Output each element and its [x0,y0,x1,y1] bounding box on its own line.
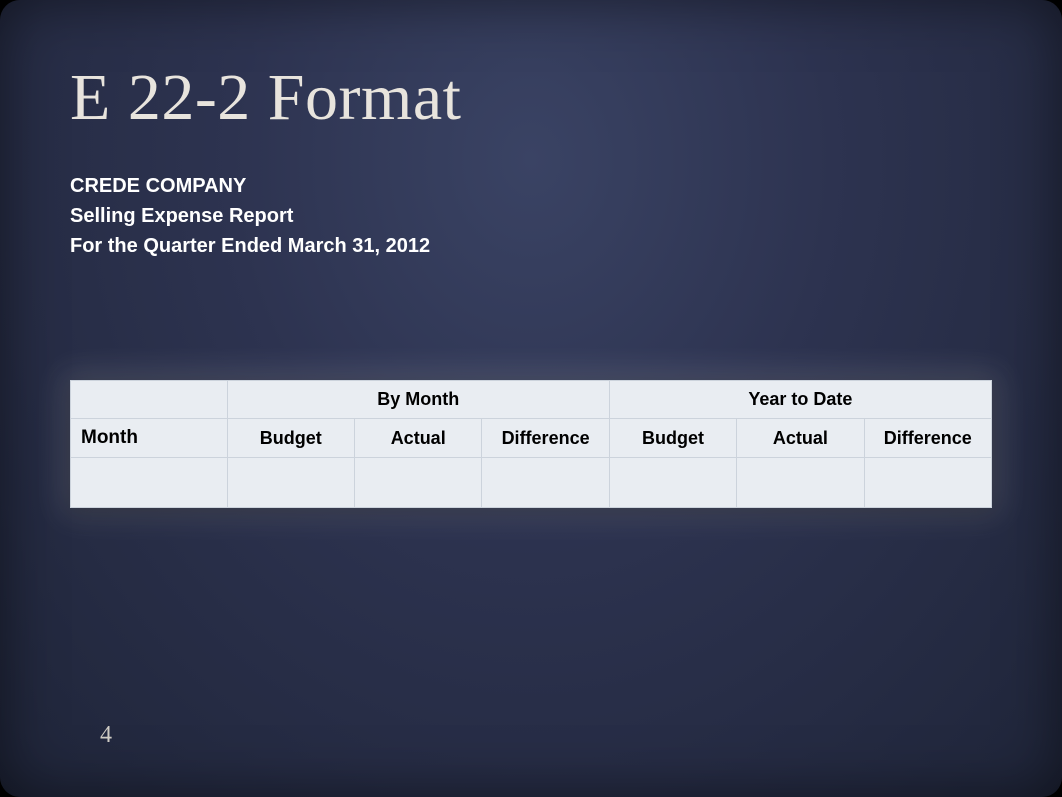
header-month: Month [71,419,228,458]
report-table-wrap: By Month Year to Date Month Budget Actua… [70,380,992,508]
header-group-by-month: By Month [227,381,609,419]
cell [227,458,354,508]
table-header-row-groups: By Month Year to Date [71,381,992,419]
page-number: 4 [100,722,112,749]
header-blank [71,381,228,419]
header-budget-month: Budget [227,419,354,458]
cell [609,458,736,508]
slide-title: E 22-2 Format [70,60,992,136]
table-row [71,458,992,508]
report-name: Selling Expense Report [70,202,992,230]
report-table: By Month Year to Date Month Budget Actua… [70,380,992,508]
header-actual-ytd: Actual [737,419,864,458]
report-header: CREDE COMPANY Selling Expense Report For… [70,172,992,260]
header-diff-month: Difference [482,419,609,458]
slide: E 22-2 Format CREDE COMPANY Selling Expe… [0,0,1062,797]
header-actual-month: Actual [355,419,482,458]
cell [737,458,864,508]
company-name: CREDE COMPANY [70,172,992,200]
cell [482,458,609,508]
cell [71,458,228,508]
header-diff-ytd: Difference [864,419,991,458]
cell [864,458,991,508]
report-period: For the Quarter Ended March 31, 2012 [70,232,992,260]
header-group-ytd: Year to Date [609,381,991,419]
cell [355,458,482,508]
table-header-row-cols: Month Budget Actual Difference Budget Ac… [71,419,992,458]
header-budget-ytd: Budget [609,419,736,458]
